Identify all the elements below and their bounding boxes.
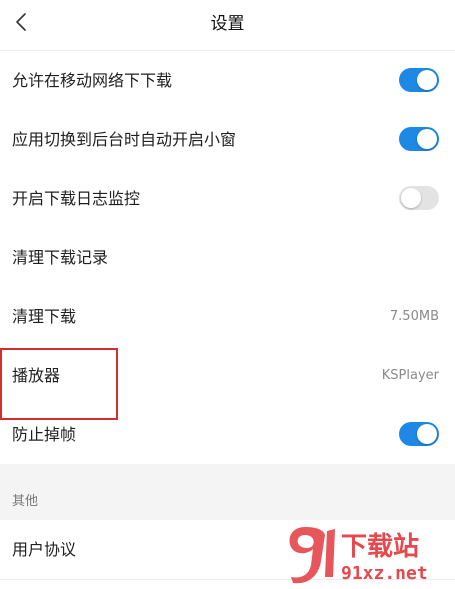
section-title: 其他 [12,494,39,509]
setting-label: 清理下载 [12,307,77,326]
setting-label: 清理下载记录 [12,248,109,267]
section-header-other: 其他 [0,464,455,520]
setting-clear-downloads[interactable]: 清理下载 7.50MB [0,287,455,346]
toggle-knob [417,129,437,149]
highlight-box [0,348,118,420]
setting-download-log[interactable]: 开启下载日志监控 [0,169,455,228]
player-value: KSPlayer [381,368,439,383]
setting-label: 开启下载日志监控 [12,189,141,208]
setting-clear-records[interactable]: 清理下载记录 [0,228,455,287]
cache-size-value: 7.50MB [389,309,439,324]
watermark-logo-icon: 下载站 91xz.net [289,527,428,584]
download-log-toggle[interactable] [399,186,439,210]
mobile-download-toggle[interactable] [399,68,439,92]
setting-auto-mini-window[interactable]: 应用切换到后台时自动开启小窗 [0,110,455,169]
toggle-knob [417,424,437,444]
auto-mini-window-toggle[interactable] [399,127,439,151]
watermark-brand: 下载站 [341,532,419,562]
setting-mobile-download[interactable]: 允许在移动网络下下载 [0,51,455,110]
top-bar: 设置 [0,0,455,50]
setting-label: 允许在移动网络下下载 [12,71,173,90]
toggle-knob [417,70,437,90]
setting-label: 用户协议 [12,540,77,559]
watermark-logo: 下载站 91xz.net [283,521,451,585]
page-title: 设置 [210,14,245,34]
watermark-domain: 91xz.net [341,563,428,584]
setting-label: 应用切换到后台时自动开启小窗 [12,130,237,149]
toggle-knob [401,188,421,208]
prevent-frame-drop-toggle[interactable] [399,422,439,446]
